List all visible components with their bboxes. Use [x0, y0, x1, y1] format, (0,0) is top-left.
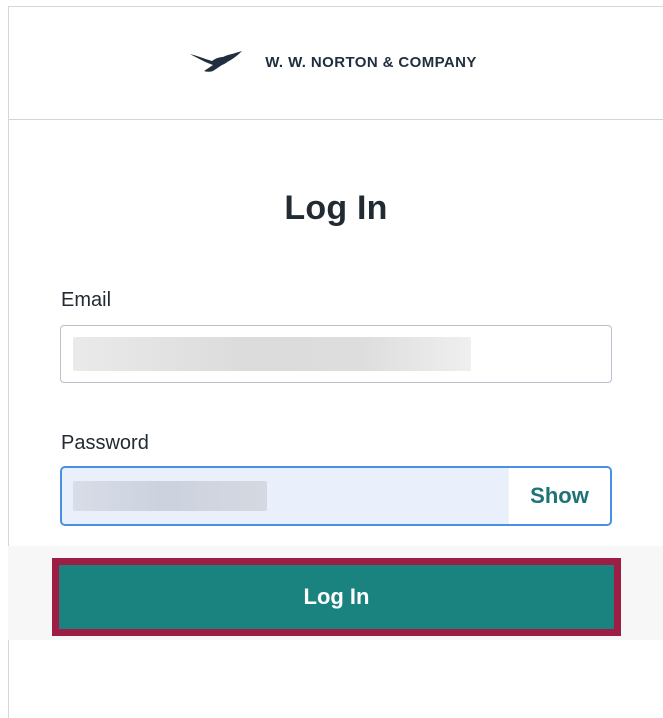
page-title: Log In [284, 189, 388, 227]
redacted-email-value [73, 337, 471, 371]
email-label: Email [61, 289, 112, 311]
redacted-password-value [73, 481, 267, 511]
password-input-area[interactable] [62, 468, 508, 524]
login-button-highlight: Log In [52, 558, 621, 636]
password-label: Password [61, 432, 149, 454]
show-password-button[interactable]: Show [508, 468, 610, 524]
email-field[interactable] [60, 325, 612, 383]
bird-logo-icon [190, 51, 243, 72]
brand-name: W. W. NORTON & COMPANY [265, 53, 477, 71]
brand-logo: W. W. NORTON & COMPANY [189, 49, 477, 75]
site-header: W. W. NORTON & COMPANY [9, 7, 663, 120]
login-button[interactable]: Log In [59, 565, 614, 629]
password-field[interactable]: Show [60, 466, 612, 526]
